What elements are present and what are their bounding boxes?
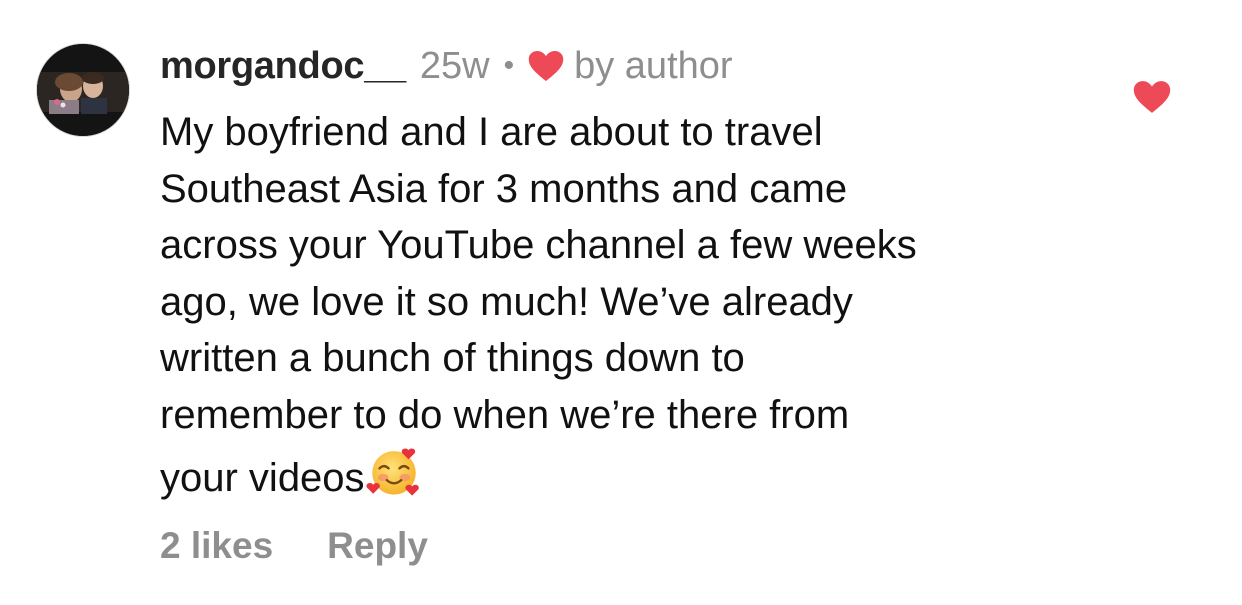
smiling-face-with-hearts-icon — [366, 448, 419, 496]
likes-count[interactable]: 2 likes — [160, 525, 273, 567]
liked-by-author-label: by author — [574, 44, 733, 87]
like-heart-icon[interactable] — [1133, 80, 1171, 114]
avatar-photo — [37, 44, 129, 136]
comment-header: morgandoc__ 25w • by author — [160, 42, 733, 90]
heart-icon — [528, 51, 564, 81]
separator-dot: • — [503, 49, 515, 82]
comment-body: My boyfriend and I are about to travel S… — [160, 104, 1110, 507]
comment-actions: 2 likes Reply — [160, 522, 428, 570]
avatar[interactable] — [36, 43, 130, 137]
reply-button[interactable]: Reply — [327, 525, 428, 567]
username[interactable]: morgandoc__ — [160, 45, 406, 88]
comment-text: My boyfriend and I are about to travel S… — [160, 110, 917, 500]
comment: morgandoc__ 25w • by author My boyfriend… — [0, 0, 1242, 605]
timestamp: 25w — [419, 44, 490, 87]
